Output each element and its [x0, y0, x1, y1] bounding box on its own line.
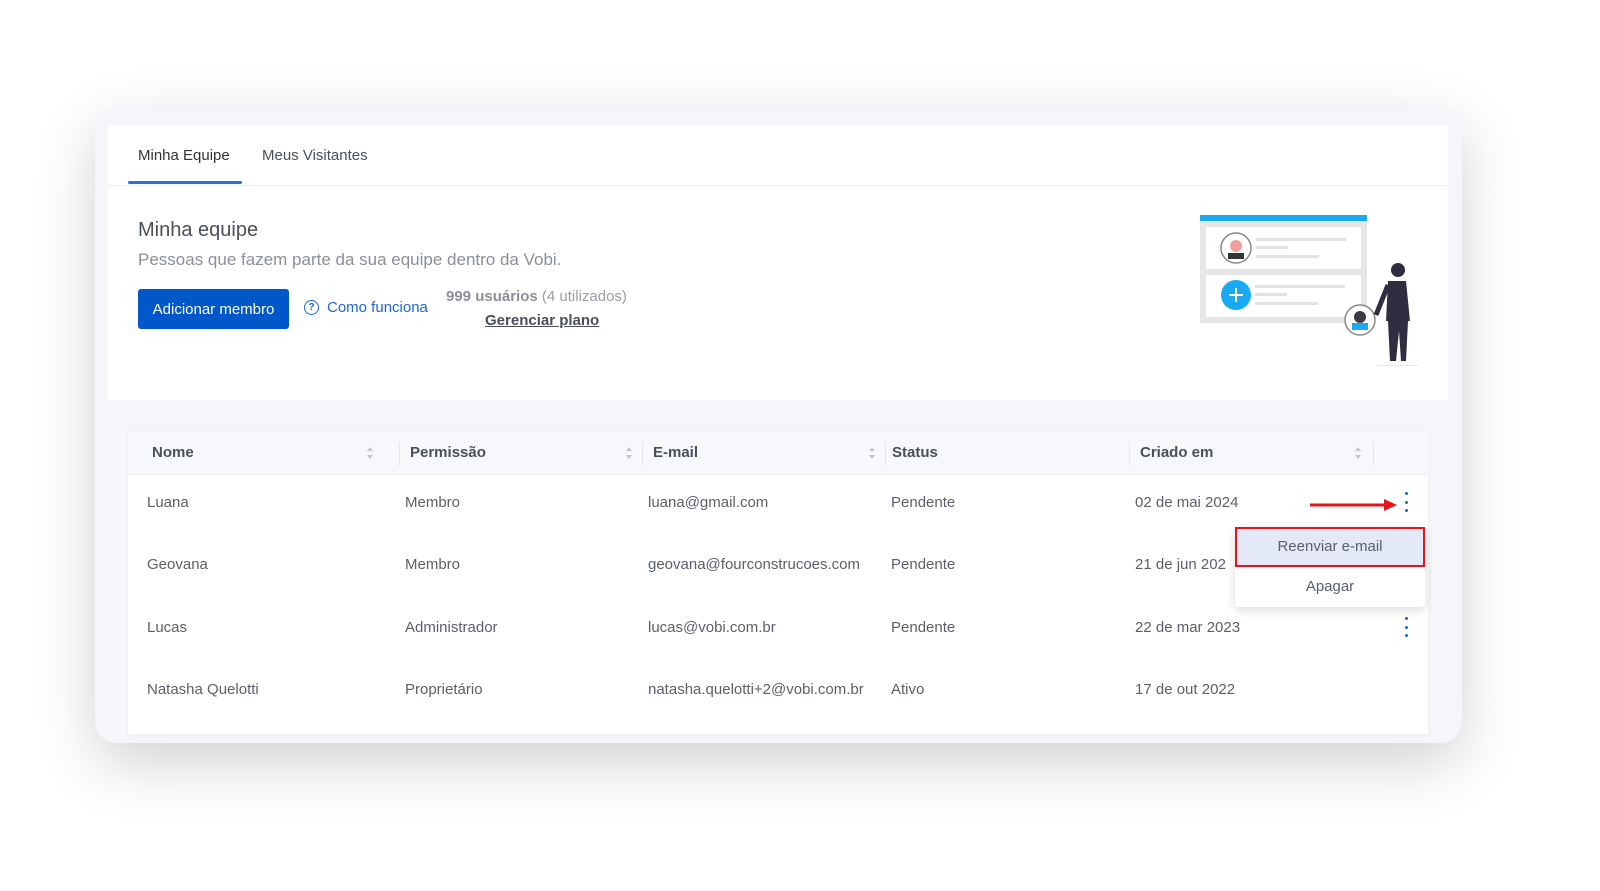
column-header-status: Status [892, 444, 938, 461]
column-divider [885, 442, 886, 466]
page-title: Minha equipe [138, 219, 259, 241]
cell-email[interactable]: luana@gmail.com [648, 494, 768, 511]
how-it-works-label: Como funciona [327, 299, 428, 316]
menu-item-delete[interactable]: Apagar [1235, 567, 1425, 607]
tab-minha-equipe[interactable]: Minha Equipe [138, 147, 230, 164]
cell-created: 21 de jun 202 [1135, 556, 1226, 573]
more-actions-icon[interactable] [1402, 492, 1410, 512]
cell-name: Lucas [147, 619, 188, 636]
team-card: Minha Equipe Meus Visitantes Minha equip… [95, 107, 1462, 743]
column-divider [642, 442, 643, 466]
team-illustration [1200, 215, 1418, 366]
column-divider [399, 442, 400, 466]
table-row: Natasha Quelotti Proprietário natasha.quel… [128, 661, 1428, 723]
cell-permission: Proprietário [405, 681, 483, 698]
cell-status: Pendente [891, 494, 956, 511]
column-divider [1129, 442, 1130, 466]
how-it-works-link[interactable]: ? Como funciona [304, 299, 428, 316]
cell-email[interactable]: natasha.quelotti+2@vobi.com.br [648, 681, 864, 698]
users-quota: 999 usuários (4 utilizados) [446, 288, 627, 305]
users-count: 999 usuários [446, 288, 538, 305]
cell-permission: Membro [405, 494, 461, 511]
row-actions-menu: Reenviar e-mail Apagar [1235, 527, 1425, 607]
active-tab-indicator [128, 181, 242, 184]
cell-email[interactable]: lucas@vobi.com.br [648, 619, 776, 636]
sort-icon[interactable] [625, 446, 633, 460]
red-arrow-annotation [1310, 499, 1397, 511]
cell-created: 17 de out 2022 [1135, 681, 1236, 698]
cell-name: Natasha Quelotti [147, 681, 259, 698]
column-divider [1373, 442, 1374, 466]
manage-plan-link[interactable]: Gerenciar plano [485, 312, 599, 329]
tab-meus-visitantes[interactable]: Meus Visitantes [262, 147, 368, 164]
table-row: Geovana Membro geovana@fourconstrucoes.com… [128, 536, 1428, 598]
cell-created: 02 de mai 2024 [1135, 494, 1239, 511]
question-circle-icon: ? [304, 300, 319, 315]
table-header: Nome Permissão E-mail Status Criado em [128, 432, 1428, 475]
cell-status: Ativo [891, 681, 925, 698]
cell-created: 22 de mar 2023 [1135, 619, 1241, 636]
column-header-email[interactable]: E-mail [653, 444, 698, 461]
tab-bar: Minha Equipe Meus Visitantes [108, 125, 1448, 186]
table-row: Lucas Administrador lucas@vobi.com.br Pende… [128, 599, 1428, 661]
cell-name: Luana [147, 494, 189, 511]
cell-name: Geovana [147, 556, 208, 573]
team-header-panel: Minha Equipe Meus Visitantes Minha equip… [108, 125, 1448, 400]
column-header-nome[interactable]: Nome [152, 444, 194, 461]
sort-icon[interactable] [366, 446, 374, 460]
add-member-button[interactable]: Adicionar membro [138, 289, 289, 329]
members-table: Nome Permissão E-mail Status Criado em L… [128, 432, 1428, 734]
sort-icon[interactable] [1354, 446, 1362, 460]
more-actions-icon[interactable] [1402, 617, 1410, 637]
cell-permission: Administrador [405, 619, 498, 636]
sort-icon[interactable] [868, 446, 876, 460]
cell-permission: Membro [405, 556, 461, 573]
page-subtitle: Pessoas que fazem parte da sua equipe de… [138, 250, 562, 269]
cell-email[interactable]: geovana@fourconstrucoes.com [648, 556, 860, 573]
menu-item-resend-email[interactable]: Reenviar e-mail [1235, 527, 1425, 567]
column-header-permissao[interactable]: Permissão [410, 444, 486, 461]
table-row: Luana Membro luana@gmail.com Pendente 02 de … [128, 474, 1428, 536]
column-header-criado-em[interactable]: Criado em [1140, 444, 1213, 461]
users-used: (4 utilizados) [541, 288, 627, 305]
cell-status: Pendente [891, 619, 956, 636]
cell-status: Pendente [891, 556, 956, 573]
